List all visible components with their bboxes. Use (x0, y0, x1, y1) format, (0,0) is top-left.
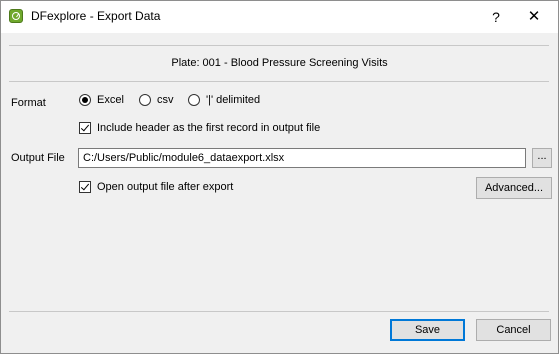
output-file-input[interactable]: C:/Users/Public/module6_dataexport.xlsx (78, 148, 526, 168)
format-pipe-label[interactable]: '|' delimited (206, 94, 260, 106)
format-label: Format (11, 97, 46, 109)
top-divider (9, 45, 549, 46)
window-title: DFexplore - Export Data (31, 9, 161, 23)
header-divider (9, 81, 549, 82)
advanced-button[interactable]: Advanced... (476, 177, 552, 199)
format-excel-label[interactable]: Excel (97, 94, 124, 106)
plate-title: Plate: 001 - Blood Pressure Screening Vi… (171, 57, 388, 69)
format-csv-label[interactable]: csv (157, 94, 174, 106)
open-after-export-checkbox[interactable] (79, 181, 91, 193)
dfexplore-app-icon (9, 9, 23, 23)
cancel-button[interactable]: Cancel (476, 319, 551, 341)
save-button[interactable]: Save (390, 319, 465, 341)
format-csv-radio[interactable] (139, 94, 151, 106)
bottom-divider (9, 311, 549, 312)
close-button[interactable]: ✕ (519, 5, 549, 29)
browse-button[interactable]: ... (532, 148, 552, 168)
export-dialog: DFexplore - Export Data ? ✕ Plate: 001 -… (0, 0, 559, 354)
format-excel-radio[interactable] (79, 94, 91, 106)
title-bar: DFexplore - Export Data ? ✕ (1, 1, 558, 33)
help-button[interactable]: ? (481, 5, 511, 29)
include-header-checkbox[interactable] (79, 122, 91, 134)
open-after-export-label[interactable]: Open output file after export (97, 181, 233, 193)
output-file-label: Output File (11, 152, 65, 164)
include-header-label[interactable]: Include header as the first record in ou… (97, 122, 320, 134)
format-pipe-radio[interactable] (188, 94, 200, 106)
